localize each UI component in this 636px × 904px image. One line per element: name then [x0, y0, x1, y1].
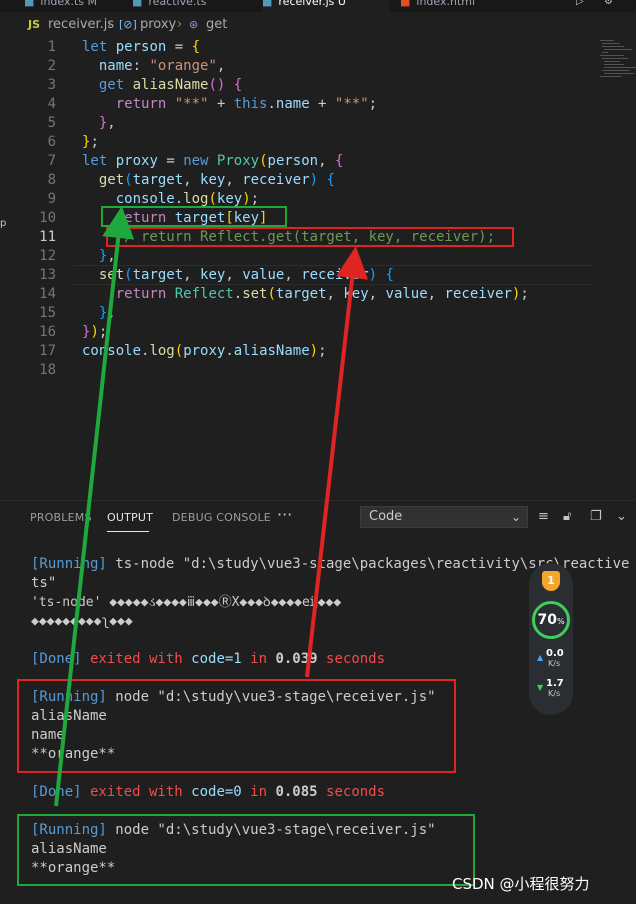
code-line: 14 return Reflect.set(target, key, value…: [39, 286, 529, 302]
close-panel-icon[interactable]: ⌄: [616, 509, 627, 524]
upload-arrow-icon: ▲: [537, 653, 544, 662]
method-icon: ⊛: [189, 18, 199, 31]
tab-label: index.ts M: [40, 0, 98, 8]
run-icon[interactable]: ▷: [576, 0, 584, 7]
output-line: 'ts-node' ◆◆◆◆◆ડ◆◆◆◆ⅲ◆◆◆ⓇX◆◆◆ꝺ◆◆◆◆eĳ◆◆◆: [31, 595, 342, 610]
clear-output-icon[interactable]: ≡: [538, 509, 549, 524]
ts-file-icon: ■: [132, 0, 143, 8]
minimap[interactable]: [596, 38, 636, 118]
code-line: 13 set(target, key, value, receiver) {: [39, 267, 394, 283]
green-highlight-box: [101, 206, 287, 227]
editor-tab-bar: ■ index.ts M ■ reactive.ts ■ receiver.js U …: [0, 0, 636, 12]
js-file-icon: ■: [262, 0, 273, 8]
code-line: 17 console.log(proxy.aliasName);: [39, 343, 327, 359]
chevron-right-icon: ›: [107, 17, 113, 32]
output-line: [Done] exited with code=1 in 0.039 secon…: [31, 651, 386, 667]
lock-icon[interactable]: 🔓︎: [563, 509, 571, 524]
code-line: 7 let proxy = new Proxy(person, {: [47, 153, 344, 169]
settings-icon[interactable]: ⚙: [604, 0, 613, 7]
js-file-icon: JS: [28, 18, 41, 31]
tab-label: reactive.ts: [148, 0, 207, 8]
breadcrumb-file[interactable]: receiver.js: [48, 12, 114, 38]
breadcrumb-method[interactable]: get: [206, 12, 227, 38]
red-highlight-box: [106, 227, 514, 247]
tab-problems[interactable]: PROBLEMS: [30, 511, 92, 524]
code-line: 15 },: [39, 305, 116, 321]
csdn-watermark: CSDN @小程很努力: [452, 875, 590, 893]
tab-reactive-ts[interactable]: ■ reactive.ts: [132, 0, 250, 12]
green-output-box: [17, 814, 475, 886]
breadcrumb-symbol[interactable]: proxy: [140, 12, 176, 38]
ts-file-icon: ■: [24, 0, 35, 8]
tab-receiver-js[interactable]: ■ receiver.js U: [262, 0, 390, 12]
code-line: 5 },: [47, 115, 116, 131]
code-line: 10 return target[key]: [39, 210, 268, 226]
tab-index-html[interactable]: ■ index.html: [400, 0, 510, 12]
output-line: ◆◆◆◆◆◆◆◆◆ʅ◆◆◆: [31, 614, 133, 629]
code-line: 18: [39, 362, 56, 378]
tab-label: index.html: [416, 0, 476, 8]
chevron-right-icon: ›: [177, 17, 183, 32]
more-actions-icon[interactable]: ···: [277, 505, 292, 524]
breadcrumb: JS receiver.js › [⊘] proxy › ⊛ get: [0, 12, 636, 38]
code-line: 12 },: [39, 248, 116, 264]
active-tab-indicator: [107, 531, 149, 532]
code-line: 1 let person = {: [47, 39, 201, 55]
system-monitor-widget[interactable]: 1 70% ▲ 0.0 K/s ▼ 1.7 K/s: [529, 563, 573, 715]
copy-icon[interactable]: ❐: [590, 509, 602, 524]
code-line: 3 get aliasName() {: [47, 77, 243, 93]
cpu-usage-gauge: 70%: [532, 601, 570, 639]
output-channel-select[interactable]: Code ⌄: [360, 506, 528, 528]
editor-actions: ▷ ⚙: [536, 0, 636, 12]
html-file-icon: ■: [400, 0, 411, 8]
code-line: 9 console.log(key);: [47, 191, 260, 207]
output-line: [Done] exited with code=0 in 0.085 secon…: [31, 784, 386, 800]
download-arrow-icon: ▼: [537, 683, 544, 692]
code-line: 4 return "**" + this.name + "**";: [47, 96, 378, 112]
chevron-down-icon: ⌄: [510, 510, 521, 524]
shield-icon: 1: [542, 571, 560, 591]
code-line: 6};: [47, 134, 99, 150]
output-line: ts": [31, 575, 57, 591]
tab-index-ts[interactable]: ■ index.ts M: [24, 0, 124, 12]
code-line: 8 get(target, key, receiver) {: [47, 172, 335, 188]
output-channel-value: Code: [369, 509, 403, 524]
code-editor[interactable]: 1 let person = { 2 name: "orange", 3 get …: [0, 38, 636, 500]
tab-output[interactable]: OUTPUT: [107, 511, 153, 524]
tab-debug-console[interactable]: DEBUG CONSOLE: [172, 511, 271, 524]
code-line: 16});: [39, 324, 108, 340]
code-line: 2 name: "orange",: [47, 58, 226, 74]
variable-icon: [⊘]: [119, 18, 137, 31]
red-output-box: [17, 679, 456, 773]
sidebar-edge-glyph: p: [0, 218, 7, 229]
tab-label: receiver.js U: [278, 0, 346, 8]
